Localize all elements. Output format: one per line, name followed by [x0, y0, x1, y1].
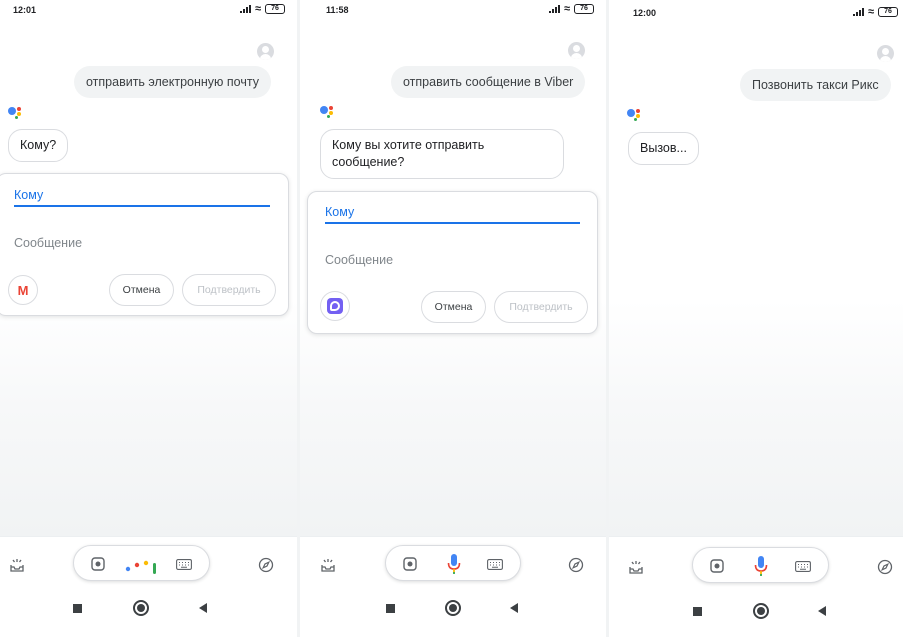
status-time: 12:00	[633, 8, 657, 18]
status-bar: 11:58 ≈ 76	[300, 0, 606, 22]
status-time: 12:01	[13, 5, 37, 15]
assistant-logo-icon	[8, 105, 26, 121]
keyboard-icon[interactable]	[176, 559, 192, 570]
viber-icon[interactable]	[320, 291, 350, 321]
explore-compass-icon[interactable]	[877, 559, 893, 575]
assistant-bottom-bar	[609, 536, 903, 592]
input-pill	[385, 545, 521, 581]
user-avatar[interactable]	[877, 45, 894, 62]
system-nav-bar	[300, 592, 606, 637]
wifi-icon: ≈	[563, 3, 570, 15]
background-glow	[300, 300, 606, 536]
recents-button[interactable]	[693, 607, 702, 616]
battery-icon: 76	[265, 4, 285, 14]
back-button[interactable]	[510, 603, 518, 613]
home-button[interactable]	[753, 603, 769, 619]
assistant-logo-icon	[627, 107, 645, 123]
status-bar: 12:00 ≈ 76	[609, 0, 903, 22]
assistant-logo-icon	[320, 104, 338, 120]
explore-compass-icon[interactable]	[258, 557, 274, 573]
recipient-field-label[interactable]: Кому	[325, 205, 354, 219]
status-time: 11:58	[326, 5, 349, 15]
microphone-icon[interactable]	[447, 554, 461, 574]
user-avatar[interactable]	[257, 43, 274, 60]
back-button[interactable]	[199, 603, 207, 613]
confirm-button[interactable]: Подтвердить	[494, 291, 588, 323]
microphone-icon[interactable]	[754, 556, 768, 576]
keyboard-icon[interactable]	[487, 559, 503, 570]
status-icons: ≈ 76	[852, 6, 898, 18]
status-icons: ≈ 76	[239, 3, 285, 15]
cancel-button[interactable]: Отмена	[109, 274, 174, 306]
signal-icon	[239, 5, 251, 13]
assistant-reply-bubble: Кому?	[8, 129, 69, 162]
lens-icon[interactable]	[403, 557, 417, 571]
confirm-button[interactable]: Подтвердить	[182, 274, 276, 306]
gmail-icon[interactable]: M	[8, 275, 38, 305]
home-button[interactable]	[445, 600, 461, 616]
wifi-icon: ≈	[867, 6, 874, 18]
compose-card: Кому Сообщение M Отмена Подтвердить	[0, 173, 289, 316]
updates-icon[interactable]	[9, 557, 25, 573]
battery-icon: 76	[574, 4, 594, 14]
signal-icon	[548, 5, 560, 13]
assistant-reply-bubble: Кому вы хотите отправить сообщение?	[320, 129, 564, 179]
message-field-label[interactable]: Сообщение	[325, 253, 393, 267]
recents-button[interactable]	[73, 604, 82, 613]
user-query-bubble: отправить сообщение в Viber	[391, 66, 586, 98]
user-query-bubble: отправить электронную почту	[74, 66, 271, 98]
recents-button[interactable]	[386, 604, 395, 613]
status-bar: 12:01 ≈ 76	[0, 0, 297, 22]
assistant-screen-email: 12:01 ≈ 76 отправить электронную почту К…	[0, 0, 297, 637]
recipient-field-underline[interactable]	[14, 205, 270, 207]
status-icons: ≈ 76	[548, 3, 594, 15]
assistant-screen-taxi: 12:00 ≈ 76 Позвонить такси Рикс Вызов...	[609, 0, 903, 637]
assistant-bottom-bar	[0, 536, 297, 592]
compose-card: Кому Сообщение Отмена Подтвердить	[307, 191, 598, 334]
assistant-reply-bubble: Вызов...	[628, 132, 699, 165]
updates-icon[interactable]	[320, 557, 336, 573]
explore-compass-icon[interactable]	[568, 557, 584, 573]
input-pill	[73, 545, 210, 581]
wifi-icon: ≈	[254, 3, 261, 15]
back-button[interactable]	[818, 606, 826, 616]
user-query-bubble: Позвонить такси Рикс	[740, 69, 891, 101]
home-button[interactable]	[133, 600, 149, 616]
message-field-label[interactable]: Сообщение	[14, 236, 82, 250]
background-glow	[0, 300, 297, 536]
assistant-screen-viber: 11:58 ≈ 76 отправить сообщение в Viber К…	[300, 0, 606, 637]
recipient-field-label[interactable]: Кому	[14, 188, 43, 202]
recipient-field-underline[interactable]	[325, 222, 580, 224]
battery-icon: 76	[878, 7, 898, 17]
system-nav-bar	[609, 592, 903, 637]
cancel-button[interactable]: Отмена	[421, 291, 486, 323]
background-glow	[609, 300, 903, 536]
lens-icon[interactable]	[91, 557, 105, 571]
lens-icon[interactable]	[710, 559, 724, 573]
keyboard-icon[interactable]	[795, 561, 811, 572]
assistant-bottom-bar	[300, 536, 606, 592]
user-avatar[interactable]	[568, 42, 585, 59]
updates-icon[interactable]	[628, 559, 644, 575]
listening-dots-icon[interactable]	[125, 555, 159, 575]
input-pill	[692, 547, 829, 583]
system-nav-bar	[0, 592, 297, 637]
signal-icon	[852, 8, 864, 16]
